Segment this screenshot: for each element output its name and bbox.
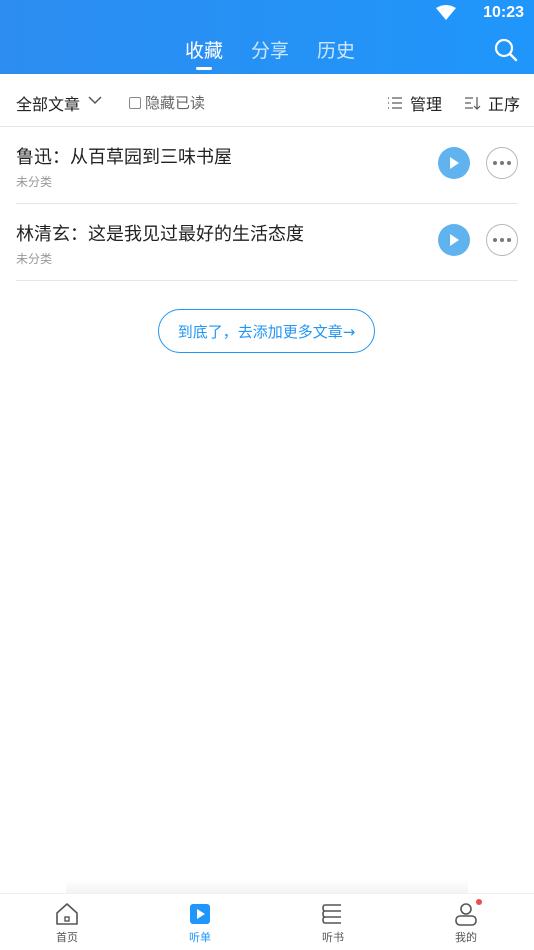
book-icon — [322, 904, 341, 924]
play-list-icon — [190, 904, 210, 924]
article-category: 未分类 — [16, 175, 53, 189]
wifi-icon — [436, 5, 456, 20]
profile-icon — [455, 903, 477, 926]
tab-favorites[interactable]: 收藏 — [185, 36, 223, 63]
more-dot — [500, 161, 504, 165]
play-icon — [450, 234, 459, 246]
notification-badge — [476, 899, 482, 905]
play-icon — [450, 157, 459, 169]
nav-home[interactable]: 首页 — [27, 894, 107, 950]
active-tab-indicator — [196, 67, 212, 70]
top-tabs: 收藏 分享 历史 — [0, 36, 534, 70]
article-title[interactable]: 鲁迅：从百草园到三味书屋 — [16, 143, 232, 169]
header: 10:23 收藏 分享 历史 — [0, 0, 534, 74]
article-filter-dropdown[interactable]: 全部文章 — [16, 91, 80, 115]
nav-profile[interactable]: 我的 — [426, 894, 506, 950]
status-time: 10:23 — [483, 4, 524, 21]
article-item[interactable]: 林清玄：这是我见过最好的生活态度 未分类 — [16, 204, 518, 281]
nav-playlist-label: 听单 — [189, 931, 211, 944]
list-icon — [388, 97, 402, 109]
hide-read-label: 隐藏已读 — [145, 94, 206, 112]
more-options-button[interactable] — [486, 147, 518, 179]
nav-playlist[interactable]: 听单 — [160, 894, 240, 950]
article-item[interactable]: 鲁迅：从百草园到三味书屋 未分类 — [16, 127, 518, 204]
manage-label: 管理 — [410, 95, 443, 114]
more-dot — [493, 238, 497, 242]
article-title[interactable]: 林清玄：这是我见过最好的生活态度 — [16, 220, 304, 246]
hide-read-toggle[interactable]: 隐藏已读 — [129, 92, 205, 113]
more-options-button[interactable] — [486, 224, 518, 256]
tab-share[interactable]: 分享 — [251, 36, 289, 63]
nav-audiobook-label: 听书 — [322, 931, 344, 944]
manage-button[interactable]: 管理 — [386, 91, 442, 115]
add-more-articles-link[interactable]: 到底了，去添加更多文章→ — [158, 309, 375, 353]
more-dot — [500, 238, 504, 242]
bottom-nav-shadow — [66, 880, 468, 894]
bottom-nav: 首页 听单 听书 我的 — [0, 893, 534, 949]
sort-order-label: 正序 — [488, 95, 521, 114]
list-toolbar: 全部文章 隐藏已读 管理 正序 — [0, 74, 534, 127]
sort-icon — [465, 97, 481, 110]
nav-profile-label: 我的 — [455, 931, 477, 944]
play-button[interactable] — [438, 224, 470, 256]
more-dot — [493, 161, 497, 165]
chevron-down-icon[interactable] — [88, 94, 102, 106]
sort-order-button[interactable]: 正序 — [464, 91, 520, 115]
play-button[interactable] — [438, 147, 470, 179]
home-icon — [56, 903, 78, 925]
nav-audiobook[interactable]: 听书 — [293, 894, 373, 950]
status-bar: 10:23 — [0, 0, 534, 28]
search-icon[interactable] — [494, 38, 518, 62]
more-dot — [507, 161, 511, 165]
article-category: 未分类 — [16, 252, 53, 266]
more-dot — [507, 238, 511, 242]
tab-history[interactable]: 历史 — [317, 36, 355, 63]
nav-home-label: 首页 — [56, 931, 78, 944]
hide-read-checkbox[interactable] — [129, 96, 141, 109]
